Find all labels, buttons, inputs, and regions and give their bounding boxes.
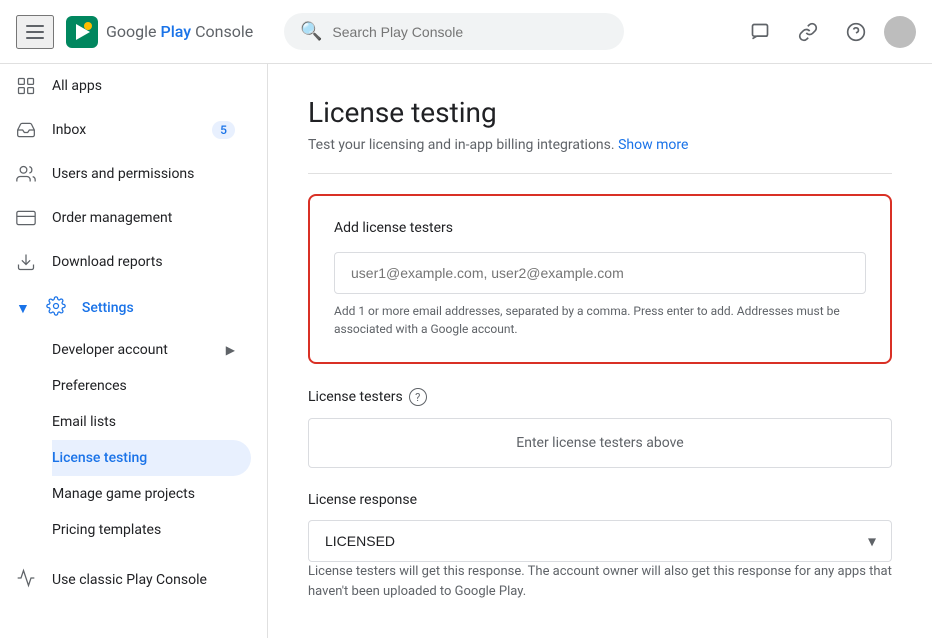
sidebar-item-manage-game[interactable]: Manage game projects [52,476,251,512]
page-title: License testing [308,96,892,129]
add-testers-title: Add license testers [334,220,866,236]
email-input-hint: Add 1 or more email addresses, separated… [334,302,866,338]
logo-play: Play [160,22,191,41]
all-apps-icon [16,76,36,96]
developer-expand-icon: ▶ [226,343,235,357]
testers-help-icon[interactable]: ? [409,388,427,406]
logo-text: Google Play Console [106,22,253,41]
download-icon [16,252,36,272]
testers-section-label: License testers ? [308,388,892,406]
settings-sub-nav: Developer account ▶ Preferences Email li… [0,332,267,548]
avatar[interactable] [884,16,916,48]
link-icon [798,22,818,42]
sidebar-label-users: Users and permissions [52,166,194,182]
search-input[interactable] [332,24,592,40]
help-button[interactable] [836,12,876,52]
help-icon [846,22,866,42]
sidebar-item-order[interactable]: Order management [0,196,251,240]
link-button[interactable] [788,12,828,52]
search-area: 🔍 [284,13,724,50]
page-subtitle: Test your licensing and in-app billing i… [308,137,892,153]
logo-icon [66,16,98,48]
content-divider [308,173,892,174]
order-icon [16,208,36,228]
sidebar-item-pricing[interactable]: Pricing templates [52,512,251,548]
feedback-button[interactable] [740,12,780,52]
settings-icon [46,296,66,320]
sidebar-item-users[interactable]: Users and permissions [0,152,251,196]
settings-expand-icon: ▼ [16,300,30,317]
users-icon [16,164,36,184]
classic-icon [16,568,36,592]
testers-email-input[interactable] [334,252,866,294]
response-section-label: License response [308,492,892,508]
show-more-link[interactable]: Show more [618,137,688,153]
main-layout: All apps Inbox 5 Users and permissions [0,64,932,638]
inbox-badge: 5 [212,121,235,139]
response-description: License testers will get this response. … [308,562,892,601]
sidebar-item-inbox[interactable]: Inbox 5 [0,108,251,152]
logo-area: Google Play Console [66,16,253,48]
content-area: License testing Test your licensing and … [268,64,932,638]
search-bar: 🔍 [284,13,624,50]
add-testers-card: Add license testers Add 1 or more email … [308,194,892,364]
sidebar-item-preferences[interactable]: Preferences [52,368,251,404]
license-response-wrapper: LICENSED NOT_LICENSED ERROR_NOT_MARKET_M… [308,520,892,562]
license-response-select[interactable]: LICENSED NOT_LICENSED ERROR_NOT_MARKET_M… [308,520,892,562]
header: Google Play Console 🔍 [0,0,932,64]
search-icon: 🔍 [300,21,322,42]
inbox-icon [16,120,36,140]
sidebar-item-email-lists[interactable]: Email lists [52,404,251,440]
sidebar-label-order: Order management [52,210,172,226]
testers-empty-state: Enter license testers above [308,418,892,468]
sidebar-item-classic[interactable]: Use classic Play Console [0,556,267,604]
feedback-icon [750,22,770,42]
sidebar-item-developer[interactable]: Developer account ▶ [52,332,251,368]
sidebar: All apps Inbox 5 Users and permissions [0,64,268,638]
sidebar-item-download[interactable]: Download reports [0,240,251,284]
header-left: Google Play Console [16,15,284,49]
settings-label: Settings [82,300,134,316]
logo-console: Console [195,22,253,41]
classic-label: Use classic Play Console [52,572,207,588]
logo-google: Google [106,22,157,41]
sidebar-item-all-apps[interactable]: All apps [0,64,251,108]
sidebar-item-license-testing[interactable]: License testing [52,440,251,476]
sidebar-label-inbox: Inbox [52,122,86,138]
sidebar-item-settings[interactable]: ▼ Settings [0,284,267,332]
menu-button[interactable] [16,15,54,49]
sidebar-label-download: Download reports [52,254,163,270]
header-actions [740,12,916,52]
sidebar-label-all-apps: All apps [52,78,102,94]
